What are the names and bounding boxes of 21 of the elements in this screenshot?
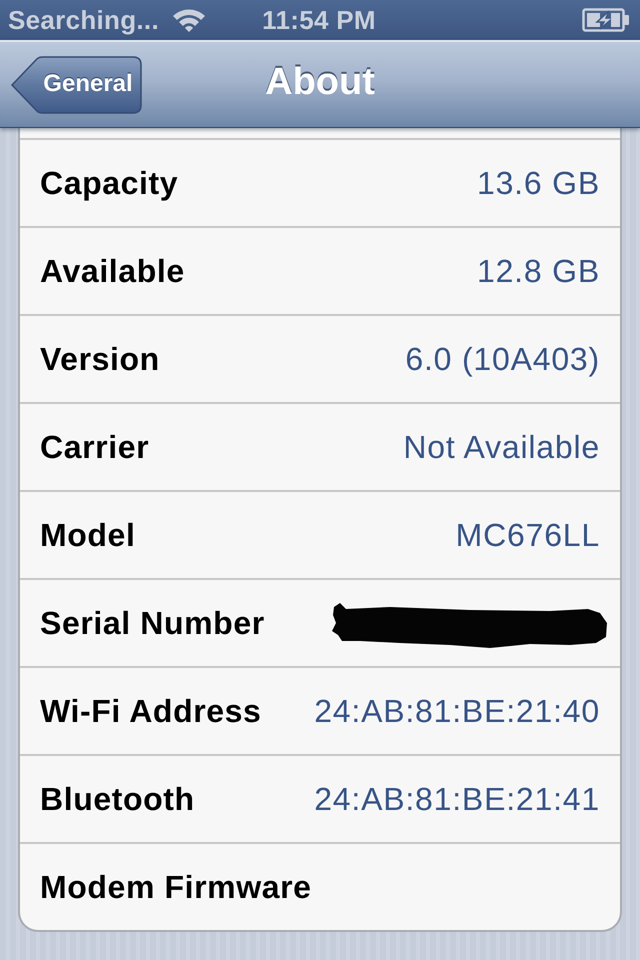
carrier-status: Searching... [8, 4, 159, 36]
status-time: 11:54 PM [262, 4, 376, 36]
setting-value: 6.0 (10A403) [405, 340, 600, 378]
page-title: About [265, 61, 375, 105]
setting-label: Bluetooth [40, 780, 195, 818]
setting-label: Version [40, 340, 160, 378]
setting-label: Modem Firmware [40, 868, 312, 906]
setting-label: Serial Number [40, 604, 265, 642]
setting-value: 13.6 GB [476, 164, 600, 202]
setting-label: Capacity [40, 164, 178, 202]
setting-label: Available [40, 252, 185, 290]
wifi-icon [170, 7, 207, 33]
back-button[interactable]: General [10, 56, 142, 114]
setting-value: 12.8 GB [476, 252, 600, 290]
setting-label: Carrier [40, 428, 150, 466]
setting-value: Not Available [403, 428, 600, 466]
setting-value: MC676LL [456, 516, 600, 554]
setting-value: 24:AB:81:BE:21:40 [314, 692, 600, 730]
setting-label: Model [40, 516, 136, 554]
setting-label: Wi-Fi Address [40, 692, 262, 730]
setting-value: 24:AB:81:BE:21:41 [314, 780, 600, 818]
